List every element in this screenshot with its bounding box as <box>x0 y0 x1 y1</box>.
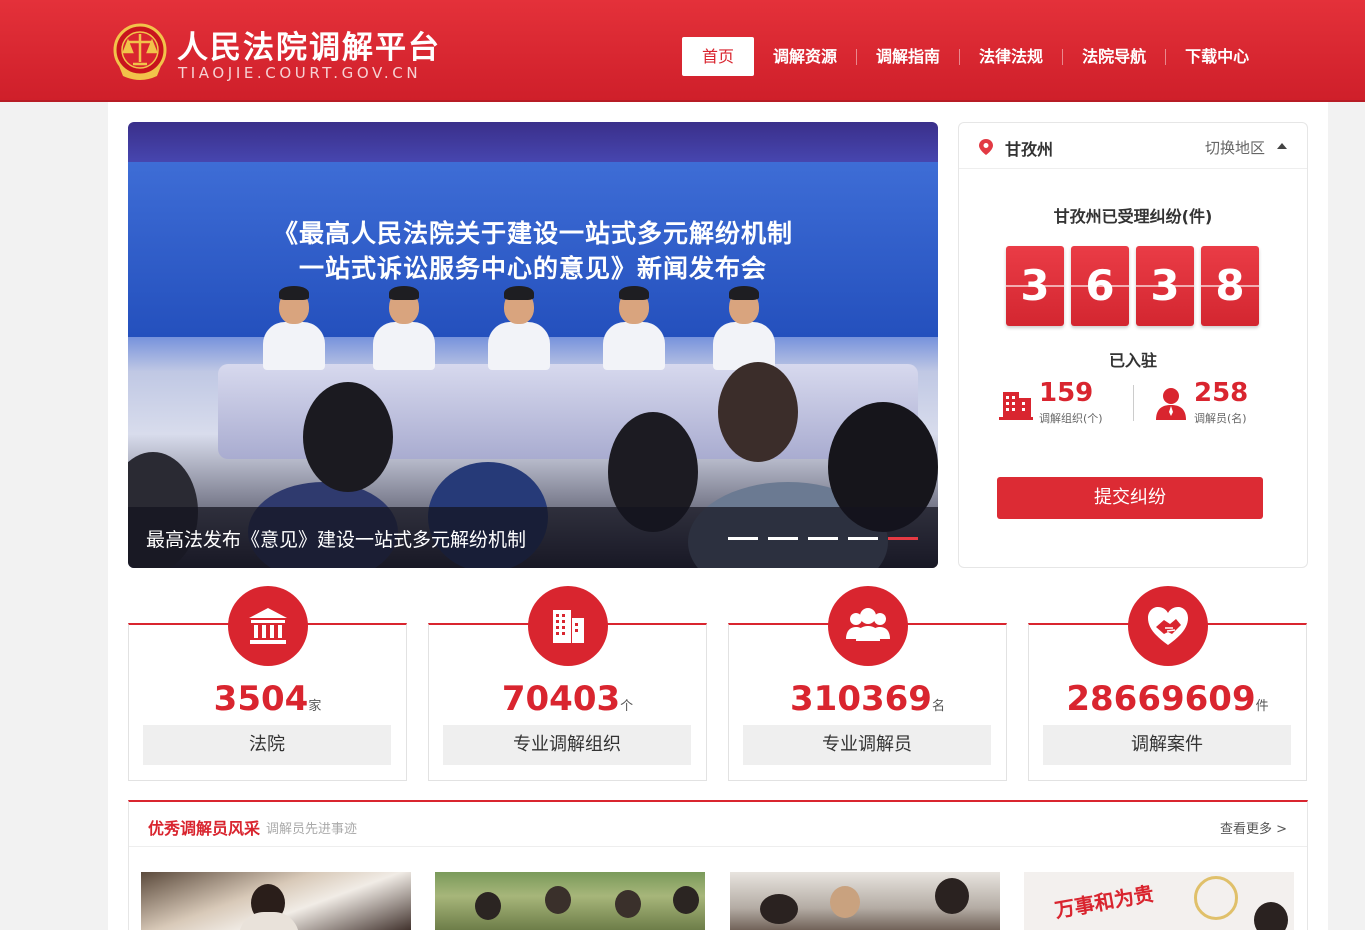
region-header: 甘孜州 切换地区 <box>959 123 1307 169</box>
nav-courts[interactable]: 法院导航 <box>1063 37 1165 76</box>
mediator-photo[interactable]: 万事和为贵 <box>1024 872 1294 930</box>
stage-headline-line2: 一站式诉讼服务中心的意见》新闻发布会 <box>298 254 767 283</box>
region-panel: 甘孜州 切换地区 甘孜州已受理纠纷(件) 3 6 3 8 已入驻 159 调解组… <box>958 122 1308 568</box>
speaker-figure <box>603 286 665 370</box>
site-title[interactable]: 人民法院调解平台 <box>177 22 441 67</box>
stat-unit: 名 <box>931 699 945 714</box>
building-icon <box>999 392 1033 420</box>
carousel-caption-bar: 最高法发布《意见》建设一站式多元解纷机制 <box>128 507 938 568</box>
stat-unit: 个 <box>620 699 634 714</box>
mediator-showcase-section: 优秀调解员风采 调解员先进事迹 查看更多 > 万事和为贵 <box>128 800 1308 930</box>
stat-value: 3504家 <box>129 679 406 719</box>
mediator-photo[interactable] <box>435 872 705 930</box>
mediator-photo[interactable] <box>141 872 411 930</box>
section-title: 优秀调解员风采 <box>148 819 261 838</box>
accepted-disputes-label: 甘孜州已受理纠纷(件) <box>1053 207 1213 226</box>
speaker-figure <box>373 286 435 370</box>
carousel-caption[interactable]: 最高法发布《意见》建设一站式多元解纷机制 <box>146 525 526 552</box>
building-icon <box>528 586 608 666</box>
region-mediator-label: 调解员(名) <box>1194 412 1247 425</box>
carousel-dot[interactable] <box>848 537 878 540</box>
site-header: 人民法院调解平台 TIAOJIE.COURT.GOV.CN 首页 调解资源 调解… <box>0 0 1365 102</box>
nav-laws[interactable]: 法律法规 <box>960 37 1062 76</box>
counter-digit: 3 <box>1136 246 1194 326</box>
handshake-icon <box>1128 586 1208 666</box>
slogan-text: 万事和为贵 <box>1052 881 1156 923</box>
carousel-dot[interactable] <box>808 537 838 540</box>
stat-value: 310369名 <box>729 679 1006 719</box>
region-org-label: 调解组织(个) <box>1039 412 1103 425</box>
main-nav: 首页 调解资源 调解指南 法律法规 法院导航 下载中心 <box>682 37 1268 76</box>
region-mediator-value: 258 <box>1194 378 1249 408</box>
stat-unit: 件 <box>1255 699 1269 714</box>
caret-up-icon[interactable] <box>1277 143 1287 149</box>
site-domain: TIAOJIE.COURT.GOV.CN <box>178 64 422 82</box>
location-pin-icon <box>979 139 993 155</box>
stat-label: 调解案件 <box>1043 725 1291 765</box>
carousel-indicators <box>728 537 918 540</box>
nav-home[interactable]: 首页 <box>682 37 755 76</box>
stat-value: 70403个 <box>429 679 706 719</box>
nav-resources[interactable]: 调解资源 <box>754 37 856 76</box>
view-more-link[interactable]: 查看更多 > <box>1220 818 1287 837</box>
region-org-count: 159 调解组织(个) <box>999 378 1129 428</box>
mediator-photo[interactable] <box>730 872 1000 930</box>
region-name: 甘孜州 <box>1005 140 1054 159</box>
stat-label: 法院 <box>143 725 391 765</box>
court-emblem-logo[interactable] <box>113 20 167 84</box>
group-icon <box>828 586 908 666</box>
stat-unit: 家 <box>308 699 322 714</box>
section-subtitle: 调解员先进事迹 <box>266 822 358 837</box>
speaker-figure <box>488 286 550 370</box>
stat-value: 28669609件 <box>1029 679 1306 719</box>
carousel-dot[interactable] <box>768 537 798 540</box>
submit-dispute-button[interactable]: 提交纠纷 <box>997 477 1263 519</box>
person-icon <box>1156 388 1186 420</box>
counter-digit: 6 <box>1071 246 1129 326</box>
stat-number: 3504 <box>213 679 309 719</box>
accepted-disputes-counter: 3 6 3 8 <box>1006 246 1259 326</box>
divider <box>1133 385 1134 421</box>
stat-label: 专业调解员 <box>743 725 991 765</box>
news-carousel[interactable]: 《最高人民法院关于建设一站式多元解纷机制 一站式诉讼服务中心的意见》新闻发布会 … <box>128 122 938 568</box>
counter-digit: 3 <box>1006 246 1064 326</box>
stage-headline-line1: 《最高人民法院关于建设一站式多元解纷机制 <box>272 219 793 248</box>
speaker-figure <box>263 286 325 370</box>
stat-number: 310369 <box>790 679 932 719</box>
section-header: 优秀调解员风采 调解员先进事迹 查看更多 > <box>129 802 1307 847</box>
region-mediator-count: 258 调解员(名) <box>1154 378 1284 428</box>
carousel-dot[interactable] <box>728 537 758 540</box>
carousel-dot-active[interactable] <box>888 537 918 540</box>
stat-number: 28669609 <box>1066 679 1256 719</box>
switch-region-button[interactable]: 切换地区 <box>1205 137 1265 158</box>
nav-guide[interactable]: 调解指南 <box>857 37 959 76</box>
court-icon <box>228 586 308 666</box>
stat-number: 70403 <box>501 679 621 719</box>
speaker-figure <box>713 286 775 370</box>
nav-downloads[interactable]: 下载中心 <box>1166 37 1268 76</box>
counter-digit: 8 <box>1201 246 1259 326</box>
stat-label: 专业调解组织 <box>443 725 691 765</box>
region-org-value: 159 <box>1039 378 1094 408</box>
settled-label: 已入驻 <box>1108 351 1157 370</box>
